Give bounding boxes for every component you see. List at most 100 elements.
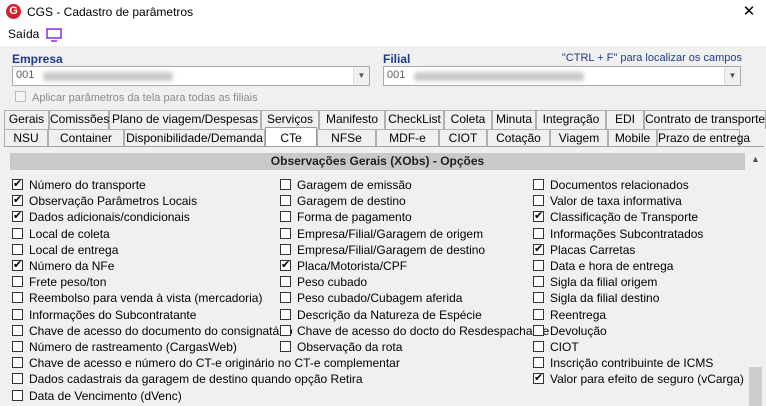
option-data-de-vencimento-dvenc[interactable]: Data de Vencimento (dVenc) — [12, 389, 182, 403]
tab-edi[interactable]: EDI — [606, 110, 644, 129]
scroll-thumb[interactable] — [749, 367, 762, 406]
checkbox-unchecked[interactable] — [280, 341, 291, 352]
option-empresa-filial-garagem-de-origem[interactable]: Empresa/Filial/Garagem de origem — [280, 227, 483, 241]
checkbox-unchecked[interactable] — [533, 195, 544, 207]
checkbox-unchecked[interactable] — [12, 292, 23, 304]
tab-integracao[interactable]: Integração — [536, 110, 606, 129]
option-valor-de-taxa-informativa[interactable]: Valor de taxa informativa — [533, 194, 682, 208]
option-local-de-coleta[interactable]: Local de coleta — [12, 227, 110, 241]
checkbox-unchecked[interactable] — [280, 243, 291, 255]
checkbox-unchecked[interactable] — [12, 324, 23, 336]
option-numero-da-nfe[interactable]: Número da NFe — [12, 258, 114, 273]
checkbox-checked[interactable] — [12, 193, 23, 207]
option-garagem-de-emissao[interactable]: Garagem de emissão — [280, 178, 412, 192]
option-empresa-filial-garagem-de-destino[interactable]: Empresa/Filial/Garagem de destino — [280, 243, 485, 257]
checkbox-unchecked[interactable] — [533, 227, 544, 239]
option-chave-de-acesso-do-documento-do-consignatario[interactable]: Chave de acesso do documento do consigna… — [12, 324, 293, 338]
apply-all-filiais-checkbox[interactable]: Aplicar parâmetros da tela para todas as… — [15, 91, 258, 104]
checkbox-box[interactable] — [15, 91, 26, 102]
option-classificacao-de-transporte[interactable]: Classificação de Transporte — [533, 209, 698, 224]
checkbox-unchecked[interactable] — [280, 276, 291, 288]
checkbox-unchecked[interactable] — [280, 308, 291, 320]
option-numero-de-rastreamento-cargasweb[interactable]: Número de rastreamento (CargasWeb) — [12, 340, 237, 354]
close-button[interactable]: ✕ — [732, 0, 766, 24]
option-dados-cadastrais-da-garagem-de-destino-quando-opcao-retira[interactable]: Dados cadastrais da garagem de destino q… — [12, 372, 363, 386]
option-valor-para-efeito-de-seguro-vcarga[interactable]: Valor para efeito de seguro (vCarga) — [533, 371, 744, 386]
chevron-down-icon[interactable]: ▼ — [353, 67, 369, 85]
checkbox-unchecked[interactable] — [533, 276, 544, 288]
checkbox-unchecked[interactable] — [280, 195, 291, 207]
tab-plano-de-viagem-despesas[interactable]: Plano de viagem/Despesas — [109, 110, 261, 129]
checkbox-checked[interactable] — [533, 242, 544, 256]
checkbox-unchecked[interactable] — [12, 243, 23, 255]
option-observacao-da-rota[interactable]: Observação da rota — [280, 340, 402, 354]
option-dados-adicionais-condicionais[interactable]: Dados adicionais/condicionais — [12, 209, 190, 224]
menu-saida[interactable]: Saída — [8, 27, 39, 41]
option-local-de-entrega[interactable]: Local de entrega — [12, 243, 118, 257]
checkbox-unchecked[interactable] — [533, 341, 544, 352]
checkbox-checked[interactable] — [533, 371, 544, 385]
filial-select[interactable]: 001 ▼ — [383, 66, 741, 86]
tab-contrato-de-transporte[interactable]: Contrato de transporte — [644, 110, 766, 129]
option-label: Documentos relacionados — [550, 178, 689, 192]
checkbox-unchecked[interactable] — [12, 373, 23, 385]
checkbox-unchecked[interactable] — [533, 260, 544, 271]
checkbox-unchecked[interactable] — [280, 324, 291, 336]
checkbox-unchecked[interactable] — [533, 357, 544, 369]
tab-comissoes[interactable]: Comissões — [49, 110, 109, 129]
option-peso-cubado-cubagem-aferida[interactable]: Peso cubado/Cubagem aferida — [280, 291, 462, 305]
tab-manifesto[interactable]: Manifesto — [319, 110, 385, 129]
option-inscricao-contribuinte-de-icms[interactable]: Inscrição contribuinte de ICMS — [533, 356, 713, 370]
checkbox-unchecked[interactable] — [12, 357, 23, 369]
option-forma-de-pagamento[interactable]: Forma de pagamento — [280, 210, 412, 224]
option-placas-carretas[interactable]: Placas Carretas — [533, 242, 635, 257]
chevron-down-icon[interactable]: ▼ — [724, 67, 740, 85]
checkbox-unchecked[interactable] — [280, 292, 291, 304]
empresa-select[interactable]: 001 ▼ — [12, 66, 370, 86]
option-chave-de-acesso-do-docto-do-resdespachante[interactable]: Chave de acesso do docto do Resdespachan… — [280, 324, 549, 338]
checkbox-unchecked[interactable] — [280, 179, 291, 190]
tab-checklist[interactable]: CheckList — [385, 110, 444, 129]
checkbox-unchecked[interactable] — [533, 179, 544, 190]
option-peso-cubado[interactable]: Peso cubado — [280, 275, 367, 289]
option-reentrega[interactable]: Reentrega — [533, 308, 606, 322]
option-documentos-relacionados[interactable]: Documentos relacionados — [533, 178, 689, 192]
checkbox-unchecked[interactable] — [12, 341, 23, 352]
option-data-e-hora-de-entrega[interactable]: Data e hora de entrega — [533, 259, 673, 273]
option-devolucao[interactable]: Devolução — [533, 324, 607, 338]
option-sigla-da-filial-destino[interactable]: Sigla da filial destino — [533, 291, 659, 305]
option-garagem-de-destino[interactable]: Garagem de destino — [280, 194, 406, 208]
checkbox-unchecked[interactable] — [533, 308, 544, 320]
option-observacao-parametros-locais[interactable]: Observação Parâmetros Locais — [12, 193, 197, 208]
checkbox-unchecked[interactable] — [533, 324, 544, 336]
tab-cte[interactable]: CTe — [265, 127, 317, 147]
option-sigla-da-filial-origem[interactable]: Sigla da filial origem — [533, 275, 657, 289]
checkbox-unchecked[interactable] — [12, 389, 23, 401]
checkbox-unchecked[interactable] — [12, 276, 23, 288]
option-descricao-da-natureza-de-especie[interactable]: Descrição da Natureza de Espécie — [280, 308, 482, 322]
tab-minuta[interactable]: Minuta — [492, 110, 536, 129]
option-numero-do-transporte[interactable]: Número do transporte — [12, 177, 146, 192]
option-reembolso-para-venda-a-vista-mercadoria[interactable]: Reembolso para venda à vista (mercadoria… — [12, 291, 262, 305]
checkbox-unchecked[interactable] — [12, 308, 23, 320]
option-frete-peso-ton[interactable]: Frete peso/ton — [12, 275, 106, 289]
checkbox-unchecked[interactable] — [12, 227, 23, 239]
checkbox-checked[interactable] — [533, 209, 544, 223]
scroll-up-arrow-icon[interactable]: ▲ — [747, 151, 764, 168]
option-informacoes-subcontratados[interactable]: Informações Subcontratados — [533, 227, 703, 241]
option-ciot[interactable]: CIOT — [533, 340, 579, 354]
checkbox-unchecked[interactable] — [280, 211, 291, 223]
option-placa-motorista-cpf[interactable]: Placa/Motorista/CPF — [280, 258, 407, 273]
checkbox-checked[interactable] — [12, 209, 23, 223]
option-chave-de-acesso-e-numero-do-ct-e-originario-no-ct-e-complementar[interactable]: Chave de acesso e número do CT-e originá… — [12, 356, 400, 370]
monitor-icon[interactable] — [46, 28, 62, 42]
tab-gerais[interactable]: Gerais — [4, 110, 49, 129]
checkbox-checked[interactable] — [12, 258, 23, 272]
checkbox-checked[interactable] — [12, 177, 23, 191]
checkbox-checked[interactable] — [280, 258, 291, 272]
checkbox-unchecked[interactable] — [533, 292, 544, 304]
vertical-scrollbar[interactable]: ▲ — [747, 151, 764, 406]
tab-coleta[interactable]: Coleta — [444, 110, 492, 129]
checkbox-unchecked[interactable] — [280, 227, 291, 239]
option-informacoes-do-subcontratante[interactable]: Informações do Subcontratante — [12, 308, 196, 322]
